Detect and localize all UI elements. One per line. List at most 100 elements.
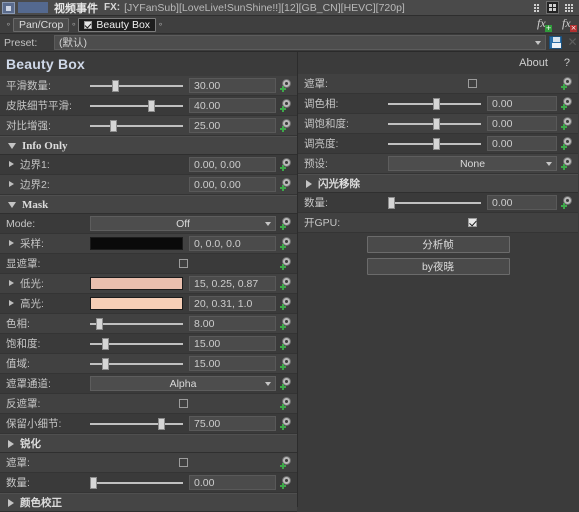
keyframe-icon[interactable] (280, 476, 293, 489)
param-label: 反遮罩: (6, 398, 41, 410)
credit-button[interactable]: by夜晓 (366, 257, 510, 275)
plugin-chip-pan-crop[interactable]: Pan/Crop (13, 17, 70, 32)
chevron-right-icon[interactable] (9, 300, 14, 306)
keyframe-icon[interactable] (280, 79, 293, 92)
about-link[interactable]: About (519, 57, 548, 69)
param-value-field[interactable]: 15.00 (189, 336, 276, 351)
keyframe-icon[interactable] (280, 417, 293, 430)
window-titlebar: 视频事件 FX: [JYFanSub][LoveLive!SunShine!!]… (0, 0, 579, 16)
param-slider[interactable] (90, 78, 183, 94)
list-view-icon[interactable] (530, 1, 543, 14)
param-value-field[interactable]: 15.00 (189, 356, 276, 371)
keyframe-icon[interactable] (280, 337, 293, 350)
chevron-right-icon[interactable] (9, 280, 14, 286)
group-header-color-correct[interactable]: 颜色校正 (0, 493, 297, 512)
param-slider[interactable] (90, 416, 183, 432)
param-value-field[interactable]: 8.00 (189, 316, 276, 331)
param-value-field[interactable]: 0.00, 0.00 (189, 157, 276, 172)
param-value-field[interactable]: 40.00 (189, 98, 276, 113)
invert-mask-checkbox[interactable] (178, 399, 188, 408)
add-plugin-icon[interactable]: fx + (537, 16, 552, 32)
param-slider[interactable] (90, 98, 183, 114)
param-value-field[interactable]: 0.00 (487, 195, 557, 210)
param-slider-placeholder (90, 157, 183, 173)
param-slider[interactable] (388, 96, 481, 112)
param-row-flash-amount: 数量: 0.00 (298, 193, 578, 213)
group-header-flash-removal[interactable]: 闪光移除 (298, 174, 578, 193)
keyframe-icon[interactable] (561, 157, 574, 170)
keyframe-icon[interactable] (280, 297, 293, 310)
param-value-field[interactable]: 20, 0.31, 1.0 (189, 296, 276, 311)
param-value-field[interactable]: 0, 0.0, 0.0 (189, 236, 276, 251)
keyframe-icon[interactable] (280, 377, 293, 390)
param-value-field[interactable]: 75.00 (189, 416, 276, 431)
param-slider[interactable] (90, 356, 183, 372)
param-slider[interactable] (388, 116, 481, 132)
keyframe-icon[interactable] (280, 217, 293, 230)
param-slider[interactable] (388, 136, 481, 152)
param-row-mask-channel: 遮罩通道: Alpha (0, 374, 297, 394)
mask-mode-dropdown[interactable]: Off (90, 216, 276, 231)
remove-plugin-icon[interactable]: fx × (562, 16, 577, 32)
param-value-field[interactable]: 0.00 (487, 116, 557, 131)
keyframe-icon[interactable] (280, 99, 293, 112)
param-value-field[interactable]: 0.00 (189, 475, 276, 490)
keyframe-icon[interactable] (280, 357, 293, 370)
analyze-frames-button[interactable]: 分析帧 (366, 235, 510, 253)
param-value-field[interactable]: 30.00 (189, 78, 276, 93)
highlight-color-swatch[interactable] (90, 297, 183, 310)
delete-preset-icon[interactable]: ✕ (566, 36, 579, 49)
dock-panel-icon[interactable] (2, 1, 15, 14)
param-slider[interactable] (90, 475, 183, 491)
keyframe-icon[interactable] (280, 119, 293, 132)
gpu-checkbox[interactable] (468, 218, 477, 227)
chevron-right-icon[interactable] (9, 181, 14, 187)
param-label: 边界2: (6, 177, 90, 192)
chevron-right-icon[interactable] (9, 240, 14, 246)
keyframe-icon[interactable] (280, 158, 293, 171)
param-value-field[interactable]: 0.00, 0.00 (189, 177, 276, 192)
param-slider[interactable] (90, 316, 183, 332)
keyframe-icon[interactable] (561, 117, 574, 130)
keyframe-icon[interactable] (561, 137, 574, 150)
param-slider[interactable] (388, 195, 481, 211)
keyframe-icon[interactable] (561, 196, 574, 209)
plugin-chip-beauty-box[interactable]: Beauty Box (78, 17, 157, 32)
param-value-field[interactable]: 25.00 (189, 118, 276, 133)
keyframe-icon[interactable] (561, 77, 574, 90)
keyframe-icon[interactable] (280, 397, 293, 410)
plugin-enable-checkbox[interactable] (84, 20, 93, 29)
group-header-sharpen[interactable]: 锐化 (0, 434, 297, 453)
chevron-right-icon[interactable] (9, 161, 14, 167)
param-slider[interactable] (90, 336, 183, 352)
mask-checkbox[interactable] (468, 79, 477, 88)
sharpen-mask-checkbox[interactable] (178, 458, 188, 467)
mask-channel-dropdown[interactable]: Alpha (90, 376, 276, 391)
help-icon[interactable]: ? (564, 57, 570, 69)
keyframe-icon[interactable] (280, 178, 293, 191)
param-value-field[interactable]: 15, 0.25, 0.87 (189, 276, 276, 291)
thumbnail-view-icon[interactable] (562, 1, 575, 14)
preset-dropdown[interactable]: (默认) (54, 35, 546, 50)
effect-preset-dropdown[interactable]: None (388, 156, 557, 171)
show-mask-checkbox[interactable] (178, 259, 188, 268)
preset-value: (默认) (59, 37, 87, 49)
param-slider[interactable] (90, 118, 183, 134)
sample-color-swatch[interactable] (90, 237, 183, 250)
analyze-button-row: 分析帧 (298, 233, 578, 255)
param-row-gpu: 开GPU: (298, 213, 578, 233)
grid-view-icon[interactable] (546, 1, 559, 14)
param-label-text: 高光: (20, 298, 44, 310)
keyframe-icon[interactable] (280, 277, 293, 290)
param-value-field[interactable]: 0.00 (487, 96, 557, 111)
lowlight-color-swatch[interactable] (90, 277, 183, 290)
keyframe-icon[interactable] (280, 237, 293, 250)
keyframe-icon[interactable] (561, 97, 574, 110)
save-preset-icon[interactable] (549, 36, 562, 49)
keyframe-icon[interactable] (280, 257, 293, 270)
group-header-info-only[interactable]: Info Only (0, 136, 297, 155)
keyframe-icon[interactable] (280, 317, 293, 330)
group-header-mask[interactable]: Mask (0, 195, 297, 214)
param-value-field[interactable]: 0.00 (487, 136, 557, 151)
keyframe-icon[interactable] (280, 456, 293, 469)
